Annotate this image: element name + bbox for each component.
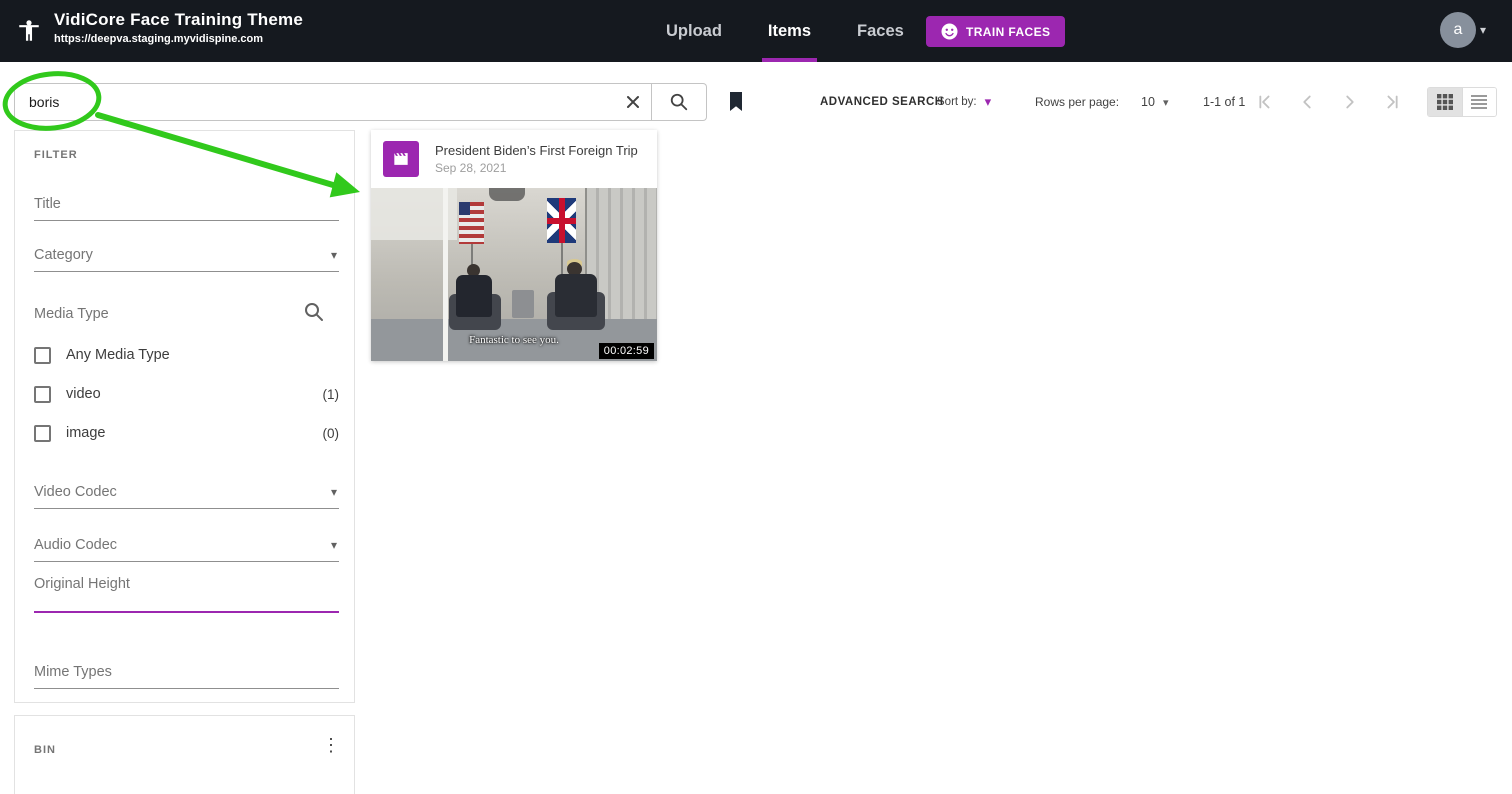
checkbox-video[interactable]: video (1) bbox=[34, 382, 339, 406]
sort-by-label: Sort by: bbox=[937, 96, 977, 108]
rows-per-page-label: Rows per page: bbox=[1035, 95, 1120, 109]
side-table bbox=[512, 290, 534, 318]
thumb-g7-sign bbox=[489, 188, 525, 201]
video-codec-select[interactable]: Video Codec ▾ bbox=[34, 483, 339, 509]
search-button[interactable] bbox=[652, 83, 707, 121]
nav-item-faces[interactable]: Faces bbox=[851, 0, 910, 62]
media-type-search-icon[interactable] bbox=[303, 301, 325, 328]
uk-flag bbox=[547, 198, 576, 243]
checkbox-label: Any Media Type bbox=[66, 347, 170, 363]
category-caret-icon[interactable]: ▾ bbox=[331, 248, 337, 262]
title-filter-input[interactable]: Title bbox=[34, 195, 339, 221]
checkbox-icon[interactable] bbox=[34, 385, 51, 403]
rows-per-page-caret-icon[interactable]: ▾ bbox=[1163, 96, 1169, 109]
view-toggle bbox=[1427, 87, 1497, 117]
result-card[interactable]: President Biden’s First Foreign Trip Sep… bbox=[371, 130, 657, 361]
category-filter-select[interactable]: Category ▾ bbox=[34, 246, 339, 272]
brand: VidiCore Face Training Theme https://dee… bbox=[54, 10, 303, 45]
page: VidiCore Face Training Theme https://dee… bbox=[0, 0, 1512, 794]
train-faces-label: TRAIN FACES bbox=[966, 24, 1051, 39]
result-card-header: President Biden’s First Foreign Trip Sep… bbox=[371, 130, 657, 188]
result-date: Sep 28, 2021 bbox=[435, 161, 507, 175]
grid-icon bbox=[1436, 94, 1453, 110]
train-faces-button[interactable]: TRAIN FACES bbox=[926, 16, 1066, 47]
media-type-movie-icon bbox=[383, 141, 419, 177]
sort-by: Sort by: ▾ bbox=[937, 83, 991, 121]
clear-search-icon[interactable] bbox=[615, 94, 651, 110]
audio-codec-caret-icon[interactable]: ▾ bbox=[331, 538, 337, 552]
checkbox-label: video bbox=[66, 386, 101, 402]
app-title: VidiCore Face Training Theme bbox=[54, 10, 304, 29]
original-height-input[interactable]: Original Height bbox=[34, 575, 339, 613]
pagination-range: 1-1 of 1 bbox=[1203, 95, 1246, 109]
original-height-label: Original Height bbox=[34, 576, 130, 592]
list-view-button[interactable] bbox=[1461, 88, 1496, 116]
main-nav: Upload Items Faces bbox=[660, 0, 910, 62]
checkbox-count: (0) bbox=[322, 425, 340, 441]
avatar-menu-caret-icon[interactable]: ▾ bbox=[1480, 23, 1486, 37]
category-filter-label: Category bbox=[34, 247, 93, 263]
mime-types-input[interactable]: Mime Types bbox=[34, 663, 339, 689]
next-page-button[interactable] bbox=[1339, 91, 1361, 113]
navbar: VidiCore Face Training Theme https://dee… bbox=[0, 0, 1512, 62]
bin-header: BIN bbox=[34, 744, 56, 756]
rows-per-page-select[interactable]: 10 bbox=[1141, 95, 1155, 109]
result-thumbnail[interactable]: Fantastic to see you. 00:02:59 bbox=[371, 188, 657, 361]
pagination bbox=[1253, 83, 1404, 121]
checkbox-icon[interactable] bbox=[34, 424, 51, 442]
filter-header: FILTER bbox=[34, 149, 78, 161]
search-icon bbox=[670, 93, 688, 111]
checkbox-icon[interactable] bbox=[34, 346, 51, 364]
mime-types-label: Mime Types bbox=[34, 664, 112, 680]
last-page-button[interactable] bbox=[1382, 91, 1404, 113]
nav-item-upload[interactable]: Upload bbox=[660, 0, 728, 62]
bin-menu-dots-icon[interactable]: ⋮ bbox=[322, 736, 340, 754]
checkbox-count: (1) bbox=[322, 386, 340, 402]
audio-codec-select[interactable]: Audio Codec ▾ bbox=[34, 536, 339, 562]
avatar-menu: a ▾ bbox=[1440, 12, 1486, 48]
rows-per-page: Rows per page: 10 ▾ bbox=[1035, 83, 1168, 121]
nav-item-items[interactable]: Items bbox=[761, 0, 818, 62]
duration-badge: 00:02:59 bbox=[598, 343, 654, 359]
person-johnson-body bbox=[555, 274, 597, 317]
person-biden-body bbox=[456, 275, 492, 317]
bin-panel: BIN ⋮ bbox=[14, 715, 355, 794]
app-logo-icon[interactable] bbox=[14, 16, 44, 46]
media-type-section: Media Type bbox=[34, 303, 339, 333]
audio-codec-label: Audio Codec bbox=[34, 537, 118, 553]
title-filter-label: Title bbox=[34, 196, 61, 212]
first-page-button[interactable] bbox=[1253, 91, 1275, 113]
media-type-label: Media Type bbox=[34, 306, 109, 322]
video-codec-caret-icon[interactable]: ▾ bbox=[331, 485, 337, 499]
video-codec-label: Video Codec bbox=[34, 484, 117, 500]
advanced-search-button[interactable]: ADVANCED SEARCH bbox=[820, 83, 944, 121]
result-title: President Biden’s First Foreign Trip bbox=[435, 143, 638, 158]
checkbox-any-media-type[interactable]: Any Media Type bbox=[34, 343, 339, 367]
bookmark-icon[interactable] bbox=[726, 89, 746, 117]
prev-page-button[interactable] bbox=[1296, 91, 1318, 113]
filter-panel: FILTER Title Category ▾ Media Type Any M… bbox=[14, 130, 355, 703]
avatar[interactable]: a bbox=[1440, 12, 1476, 48]
search-input[interactable] bbox=[15, 94, 615, 110]
checkbox-image[interactable]: image (0) bbox=[34, 421, 339, 445]
grid-view-button[interactable] bbox=[1428, 88, 1462, 116]
app-url: https://deepva.staging.myvidispine.com bbox=[54, 33, 264, 45]
us-flag bbox=[459, 202, 484, 244]
list-icon bbox=[1471, 95, 1488, 109]
checkbox-label: image bbox=[66, 425, 106, 441]
face-icon bbox=[941, 23, 958, 40]
sort-by-caret-icon[interactable]: ▾ bbox=[985, 94, 992, 110]
search-box bbox=[14, 83, 652, 121]
